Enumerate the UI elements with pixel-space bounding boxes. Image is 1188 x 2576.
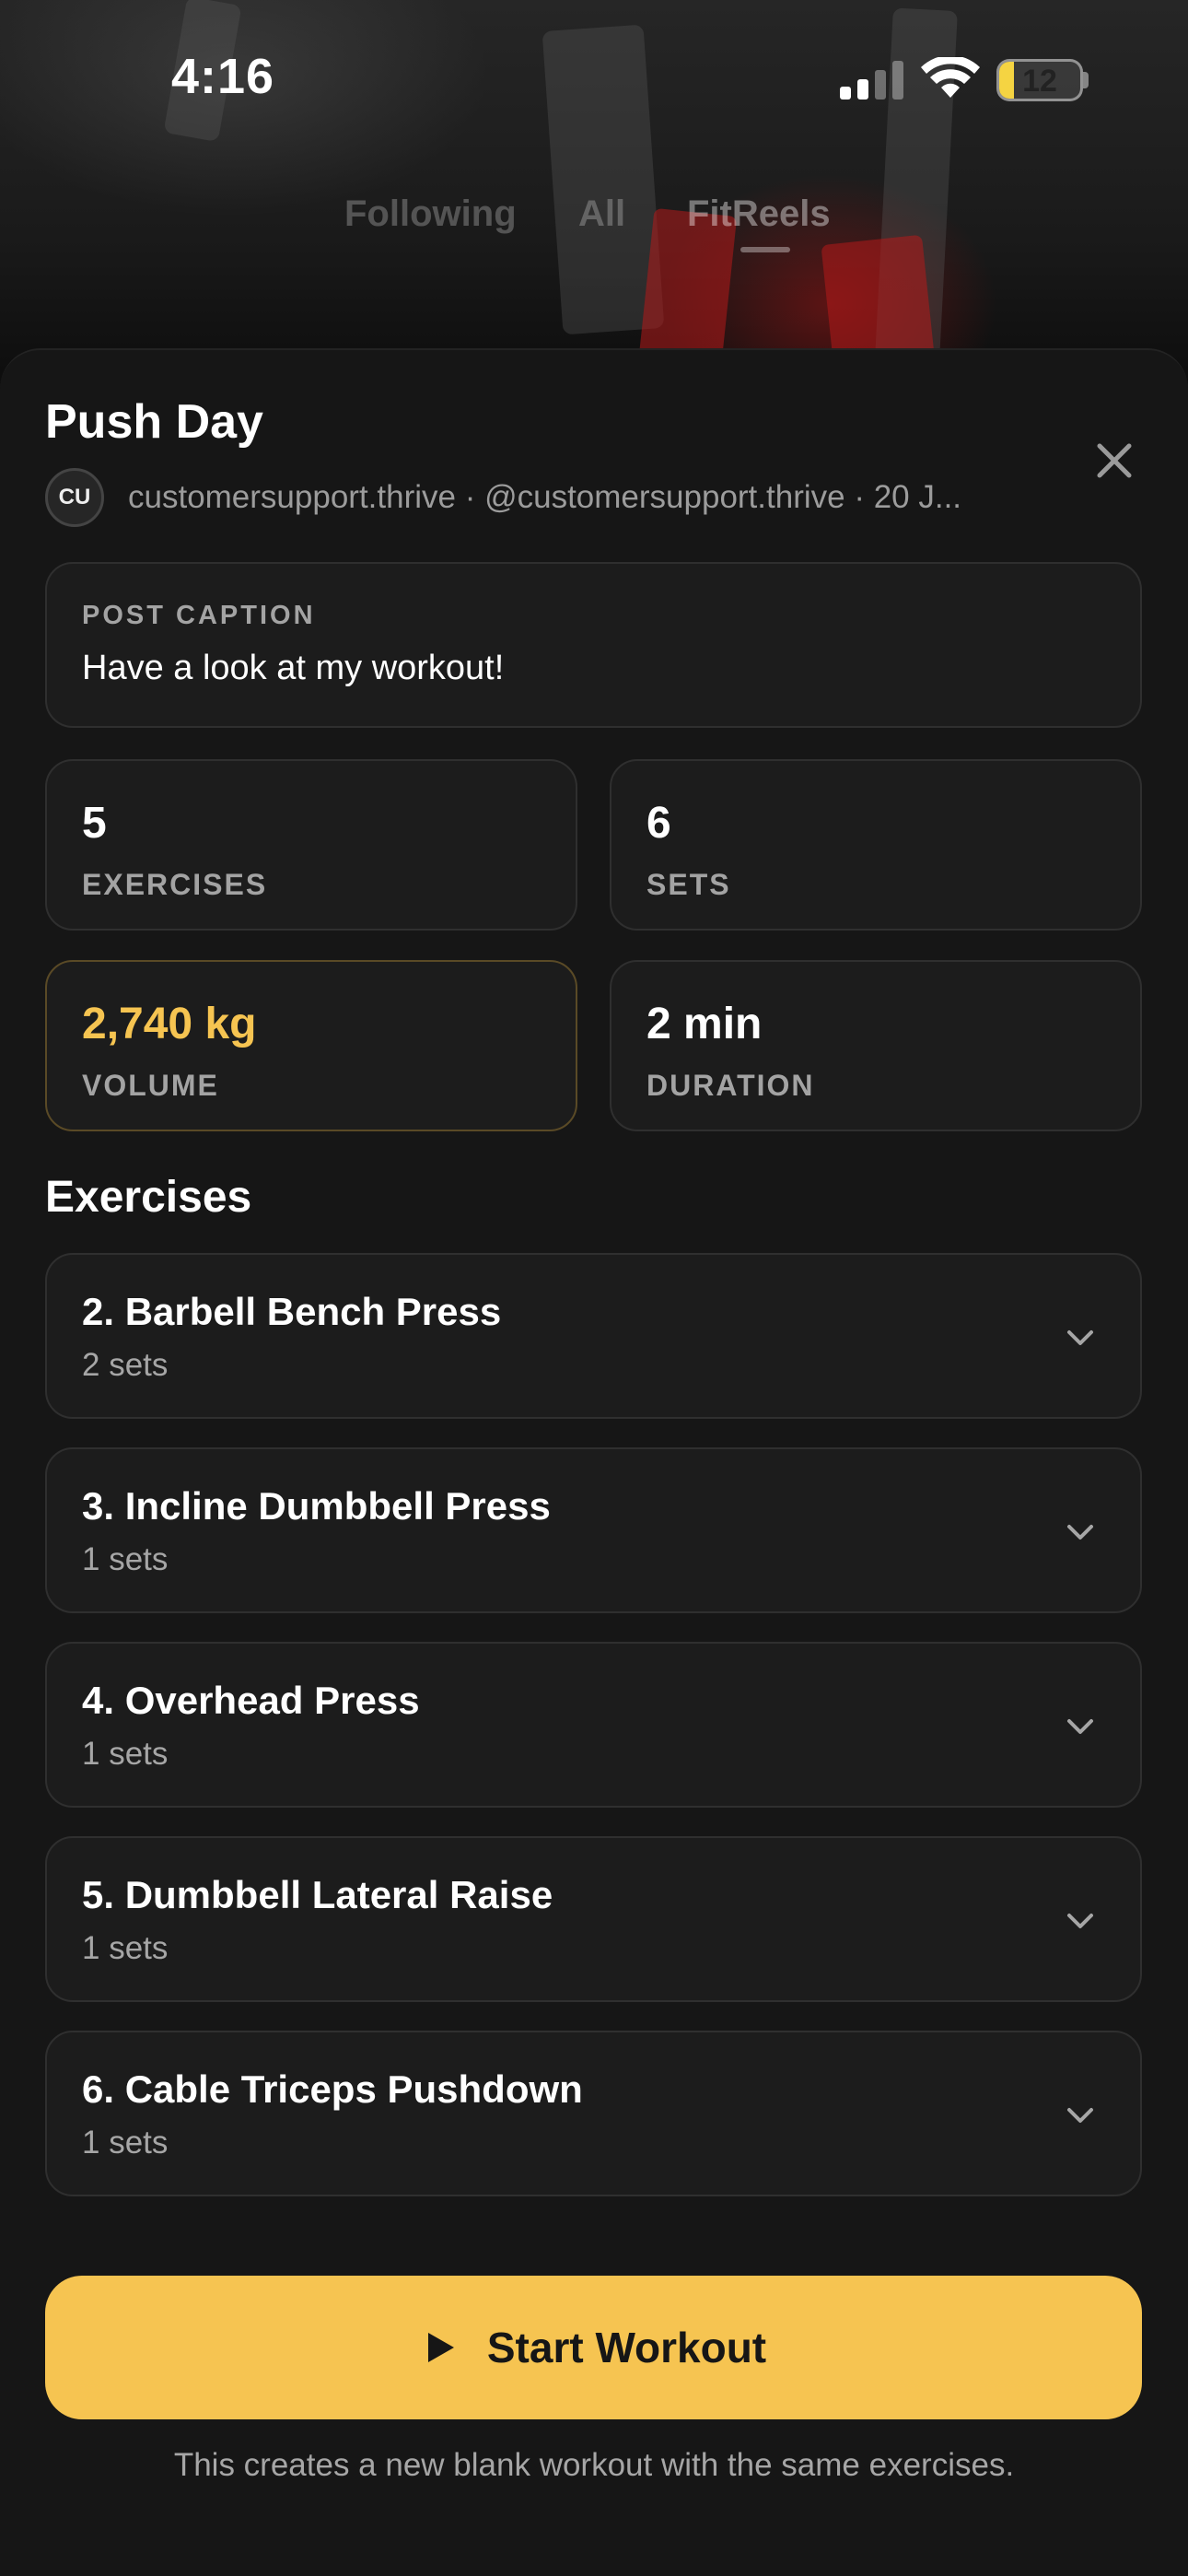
author-row[interactable]: CU customersupport.thrive · @customersup…	[45, 468, 1058, 527]
status-bar: 4:16 12	[0, 0, 1188, 157]
stat-card-volume: 2,740 kg VOLUME	[45, 960, 577, 1131]
tab-fitreels[interactable]: FitReels	[687, 193, 831, 235]
play-icon	[427, 2333, 454, 2362]
stat-value: 2,740 kg	[82, 1000, 257, 1048]
battery-level: 12	[1022, 64, 1057, 99]
active-tab-indicator	[740, 247, 790, 252]
stat-label: EXERCISES	[82, 868, 268, 901]
battery-tip	[1083, 72, 1089, 88]
chevron-down-icon[interactable]	[1064, 1904, 1097, 1938]
wifi-icon	[921, 57, 980, 98]
exercise-item[interactable]: 5. Dumbbell Lateral Raise 1 sets	[45, 1836, 1142, 2002]
exercise-name: 3. Incline Dumbbell Press	[82, 1484, 551, 1528]
workout-title: Push Day	[45, 395, 263, 449]
feed-tabs: Following All FitReels	[0, 193, 1188, 258]
start-workout-note: This creates a new blank workout with th…	[173, 2447, 1015, 2483]
stat-value: 6	[646, 799, 671, 848]
stat-card-exercises: 5 EXERCISES	[45, 759, 577, 931]
chevron-down-icon[interactable]	[1064, 1710, 1097, 1743]
stat-card-duration: 2 min DURATION	[610, 960, 1142, 1131]
chevron-down-icon[interactable]	[1064, 2099, 1097, 2132]
cellular-signal-icon	[840, 61, 904, 100]
caption-text: Have a look at my workout!	[82, 649, 505, 687]
exercise-item[interactable]: 6. Cable Triceps Pushdown 1 sets	[45, 2031, 1142, 2196]
exercise-sets: 1 sets	[82, 1541, 169, 1577]
workout-sheet: Push Day CU customersupport.thrive · @cu…	[0, 348, 1188, 2576]
stat-value: 2 min	[646, 1000, 763, 1048]
exercise-item[interactable]: 3. Incline Dumbbell Press 1 sets	[45, 1447, 1142, 1613]
exercise-sets: 2 sets	[82, 1347, 169, 1383]
stat-value: 5	[82, 799, 107, 848]
exercise-item[interactable]: 4. Overhead Press 1 sets	[45, 1642, 1142, 1808]
status-time: 4:16	[171, 49, 275, 104]
exercise-name: 2. Barbell Bench Press	[82, 1290, 502, 1333]
caption-card: POST CAPTION Have a look at my workout!	[45, 562, 1142, 728]
exercise-sets: 1 sets	[82, 2125, 169, 2160]
chevron-down-icon[interactable]	[1064, 1516, 1097, 1549]
stat-label: SETS	[646, 868, 731, 901]
exercise-name: 4. Overhead Press	[82, 1679, 420, 1722]
exercises-heading: Exercises	[45, 1173, 252, 1222]
start-workout-label: Start Workout	[486, 2324, 767, 2371]
stat-card-sets: 6 SETS	[610, 759, 1142, 931]
exercise-name: 6. Cable Triceps Pushdown	[82, 2067, 583, 2111]
stat-label: VOLUME	[82, 1069, 219, 1102]
exercise-item[interactable]: 2. Barbell Bench Press 2 sets	[45, 1253, 1142, 1419]
author-meta: customersupport.thrive · @customersuppor…	[128, 479, 962, 515]
tab-following[interactable]: Following	[344, 193, 517, 235]
caption-label: POST CAPTION	[82, 601, 316, 630]
battery-icon: 12	[996, 59, 1083, 101]
exercise-sets: 1 sets	[82, 1736, 169, 1772]
close-icon[interactable]	[1090, 437, 1138, 485]
stat-label: DURATION	[646, 1069, 815, 1102]
exercise-name: 5. Dumbbell Lateral Raise	[82, 1873, 553, 1916]
exercise-sets: 1 sets	[82, 1930, 169, 1966]
tab-all[interactable]: All	[578, 193, 625, 235]
start-workout-button[interactable]: Start Workout	[45, 2276, 1142, 2419]
avatar[interactable]: CU	[45, 468, 104, 527]
chevron-down-icon[interactable]	[1064, 1321, 1097, 1354]
